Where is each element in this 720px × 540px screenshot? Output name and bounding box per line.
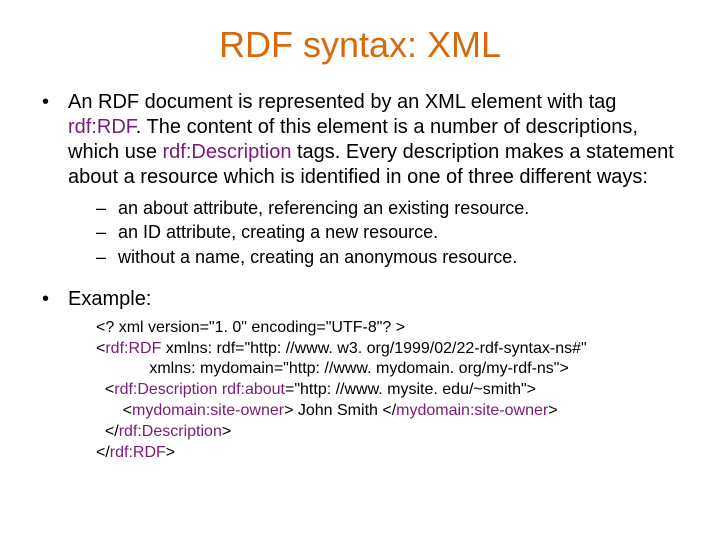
code-line-6: </rdf:Description>	[96, 422, 680, 443]
keyword-site-owner-open: mydomain:site-owner	[132, 402, 284, 419]
example-label: Example:	[68, 287, 680, 312]
code-line-3: xmlns: mydomain="http: //www. mydomain. …	[96, 359, 680, 380]
code-close: >	[166, 444, 175, 461]
keyword-rdf-description: rdf:Description	[163, 141, 292, 163]
way-3: without a name, creating an anonymous re…	[118, 245, 517, 269]
list-item: – an ID attribute, creating a new resour…	[96, 220, 680, 244]
dash-icon: –	[96, 245, 118, 269]
keyword-rdf-rdf-open: rdf:RDF	[105, 340, 161, 357]
dash-icon: –	[96, 196, 118, 220]
code-rest: xmlns: rdf="http: //www. w3. org/1999/02…	[161, 340, 586, 357]
keyword-site-owner-close: mydomain:site-owner	[396, 402, 548, 419]
way-2: an ID attribute, creating a new resource…	[118, 220, 438, 244]
bullet-example: • Example:	[40, 287, 680, 312]
slide-title: RDF syntax: XML	[40, 24, 680, 66]
keyword-rdf-rdf: rdf:RDF	[68, 116, 136, 138]
way-1: an about attribute, referencing an exist…	[118, 196, 529, 220]
slide: RDF syntax: XML • An RDF document is rep…	[0, 0, 720, 540]
code-open: <	[96, 402, 132, 419]
code-close: >	[222, 423, 231, 440]
keyword-rdf-description-close: rdf:Description	[119, 423, 222, 440]
list-item: – an about attribute, referencing an exi…	[96, 196, 680, 220]
code-open: <	[96, 340, 105, 357]
bullet-dot: •	[40, 90, 68, 190]
code-rest: ="http: //www. mysite. edu/~smith">	[285, 381, 536, 398]
code-open: </	[96, 444, 110, 461]
keyword-rdf-description-open: rdf:Description	[114, 381, 217, 398]
code-line-4: <rdf:Description rdf:about="http: //www.…	[96, 380, 680, 401]
code-line-7: </rdf:RDF>	[96, 443, 680, 464]
code-open: </	[96, 423, 119, 440]
code-example: <? xml version="1. 0" encoding="UTF-8"? …	[96, 318, 680, 464]
code-text: > John Smith </	[284, 402, 396, 419]
bullet-dot: •	[40, 287, 68, 312]
intro-pre: An RDF document is represented by an XML…	[68, 91, 616, 113]
code-line-2: <rdf:RDF xmlns: rdf="http: //www. w3. or…	[96, 339, 680, 360]
bullet-intro: • An RDF document is represented by an X…	[40, 90, 680, 190]
dash-icon: –	[96, 220, 118, 244]
keyword-rdf-rdf-close: rdf:RDF	[110, 444, 166, 461]
ways-list: – an about attribute, referencing an exi…	[96, 196, 680, 269]
keyword-rdf-about: rdf:about	[222, 381, 285, 398]
list-item: – without a name, creating an anonymous …	[96, 245, 680, 269]
code-close: >	[548, 402, 557, 419]
code-line-5: <mydomain:site-owner> John Smith </mydom…	[96, 401, 680, 422]
code-open: <	[96, 381, 114, 398]
code-line-1: <? xml version="1. 0" encoding="UTF-8"? …	[96, 318, 680, 339]
bullet-intro-text: An RDF document is represented by an XML…	[68, 90, 680, 190]
